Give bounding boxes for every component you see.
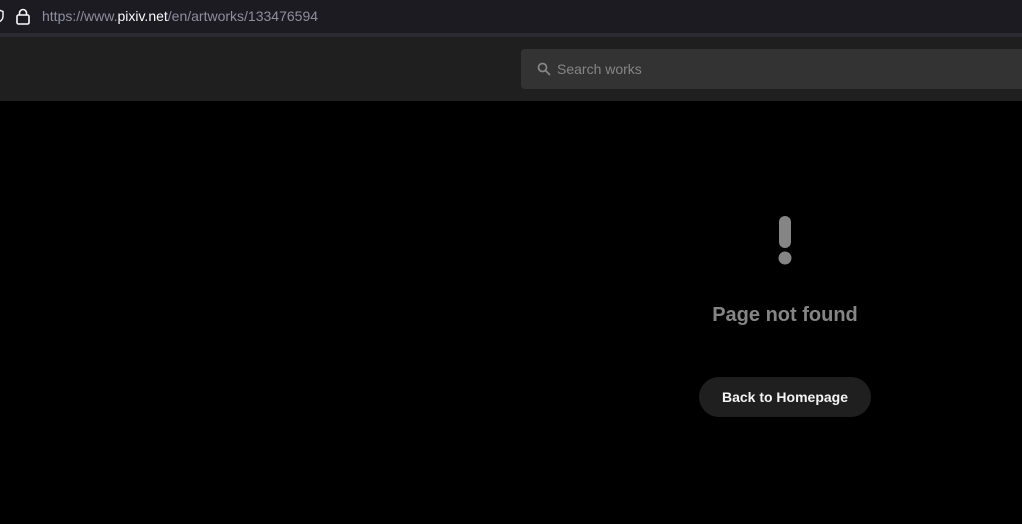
search-input[interactable] xyxy=(557,49,1017,89)
url-path: /en/artworks/133476594 xyxy=(167,8,319,24)
error-panel: Page not found Back to Homepage xyxy=(548,101,1022,524)
page-title: Page not found xyxy=(712,304,858,326)
lock-icon[interactable] xyxy=(16,8,30,25)
search-icon xyxy=(537,62,551,76)
url-domain: pixiv.net xyxy=(117,8,168,24)
search-box[interactable] xyxy=(521,49,1022,89)
back-to-homepage-button[interactable]: Back to Homepage xyxy=(699,377,871,417)
site-header xyxy=(0,37,1022,101)
exclamation-icon xyxy=(778,216,792,265)
tracking-shield-icon[interactable] xyxy=(0,9,4,23)
browser-url-bar[interactable]: https://www.pixiv.net/en/artworks/133476… xyxy=(0,0,1022,33)
url-prefix: https://www. xyxy=(42,8,118,24)
url-text[interactable]: https://www.pixiv.net/en/artworks/133476… xyxy=(42,8,318,25)
